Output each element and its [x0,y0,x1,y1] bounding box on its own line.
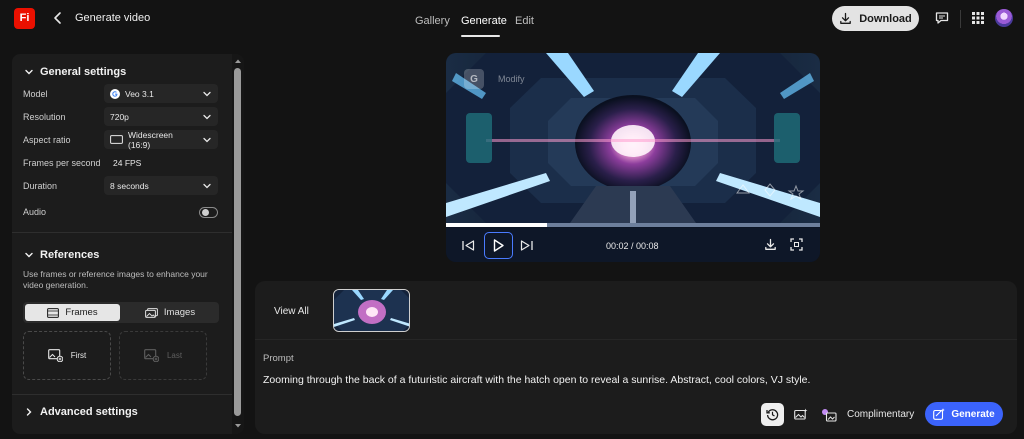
frames-label: Frames [65,307,98,318]
model-select[interactable]: Veo 3.1 [104,84,218,103]
skip-back-icon[interactable] [462,240,475,251]
divider [12,232,234,233]
add-image-icon [144,349,159,362]
images-tab[interactable]: Images [123,304,217,321]
tab-generate[interactable]: Generate [461,15,507,27]
general-settings-header[interactable]: General settings [24,66,126,78]
settings-panel: General settings Model Veo 3.1 Resolutio… [12,54,244,434]
general-settings-title: General settings [40,66,127,78]
duration-label: Duration [23,181,58,191]
history-icon [766,408,779,421]
prompt-divider [255,339,1017,340]
last-frame-slot[interactable]: Last [119,331,207,380]
generate-label: Generate [951,408,995,420]
first-frame-label: First [70,351,87,360]
image-ref-button[interactable] [789,403,812,426]
images-label: Images [163,307,196,318]
download-icon[interactable] [764,238,777,251]
references-toggle: Frames Images [23,302,219,323]
header-divider [960,10,961,28]
tab-gallery[interactable]: Gallery [415,15,450,27]
references-description: Use frames or reference images to enhanc… [23,269,208,290]
resolution-label: Resolution [23,112,66,122]
references-header[interactable]: References [24,249,99,261]
chevron-down-icon [202,181,212,191]
fps-value: 24 FPS [113,158,142,168]
prompt-panel: View All Prompt Zooming through the back… [255,281,1017,434]
frames-tab[interactable]: Frames [25,304,120,321]
fullscreen-icon[interactable] [790,238,803,251]
progress-fill [446,223,547,227]
aspect-ratio-select[interactable]: Widescreen (16:9) [104,129,218,150]
add-image-icon [47,349,63,362]
image-sparkle-icon [793,408,808,421]
page-title: Generate video [75,12,151,24]
model-label: Model [23,89,48,99]
chevron-right-icon [24,407,34,417]
resolution-select[interactable]: 720p [104,107,218,126]
play-icon [493,239,504,252]
toggle-knob [202,209,209,216]
avatar[interactable] [995,9,1013,27]
download-label: Download [859,12,912,25]
images-icon [145,307,158,318]
chevron-down-icon [202,112,212,122]
fps-label: Frames per second [23,158,101,168]
style-icon [821,408,837,422]
generation-thumbnail[interactable] [333,289,410,332]
frames-icon [47,307,60,318]
video-player[interactable]: G Modify 00:02 / 00:08 [446,53,820,262]
last-frame-label: Last [166,351,183,360]
comment-icon[interactable] [934,10,950,26]
video-time: 00:02 / 00:08 [606,241,659,251]
chevron-down-icon [202,135,212,145]
duration-select[interactable]: 8 seconds [104,176,218,195]
divider [12,394,234,395]
top-bar: Fi Generate video Gallery Generate Edit … [0,0,1024,40]
prompt-input[interactable]: Zooming through the back of a futuristic… [263,374,1003,386]
audio-label: Audio [23,207,47,217]
apps-grid-icon[interactable] [970,10,986,26]
scroll-up-icon[interactable] [234,58,242,64]
aspect-ratio-label: Aspect ratio [23,135,71,145]
advanced-settings-title: Advanced settings [40,406,138,418]
model-value: Veo 3.1 [125,88,154,99]
generator-badge: G [464,69,484,89]
scroll-down-icon[interactable] [234,423,242,429]
resolution-value: 720p [110,111,129,122]
generate-button[interactable]: Generate [925,402,1003,426]
chevron-down-icon [202,89,212,99]
generate-sparkle-icon [933,408,946,420]
duration-value: 8 seconds [110,180,149,191]
active-tab-indicator [461,35,500,37]
first-frame-slot[interactable]: First [23,331,111,380]
back-arrow-icon[interactable] [50,10,66,26]
modify-overlay[interactable]: G Modify [464,69,525,89]
tab-edit[interactable]: Edit [515,15,534,27]
app-logo[interactable]: Fi [14,8,35,29]
prompt-label: Prompt [263,353,294,364]
download-icon [839,12,852,25]
aspect-ratio-value: Widescreen (16:9) [128,129,173,150]
chevron-down-icon [24,250,34,260]
skip-forward-icon[interactable] [520,240,533,251]
advanced-settings-header[interactable]: Advanced settings [24,406,138,418]
view-all-link[interactable]: View All [274,306,309,317]
style-ref-button[interactable] [817,403,840,426]
chevron-down-icon [24,67,34,77]
history-button[interactable] [761,403,784,426]
panel-scrollbar[interactable] [232,54,244,434]
play-button[interactable] [484,232,513,259]
complimentary-label: Complimentary [847,409,915,420]
google-g-icon [110,88,120,99]
download-button[interactable]: Download [832,6,919,31]
scroll-thumb[interactable] [234,68,241,416]
references-title: References [40,249,100,261]
audio-toggle[interactable] [199,207,218,218]
widescreen-icon [110,135,123,144]
modify-label: Modify [498,74,525,84]
